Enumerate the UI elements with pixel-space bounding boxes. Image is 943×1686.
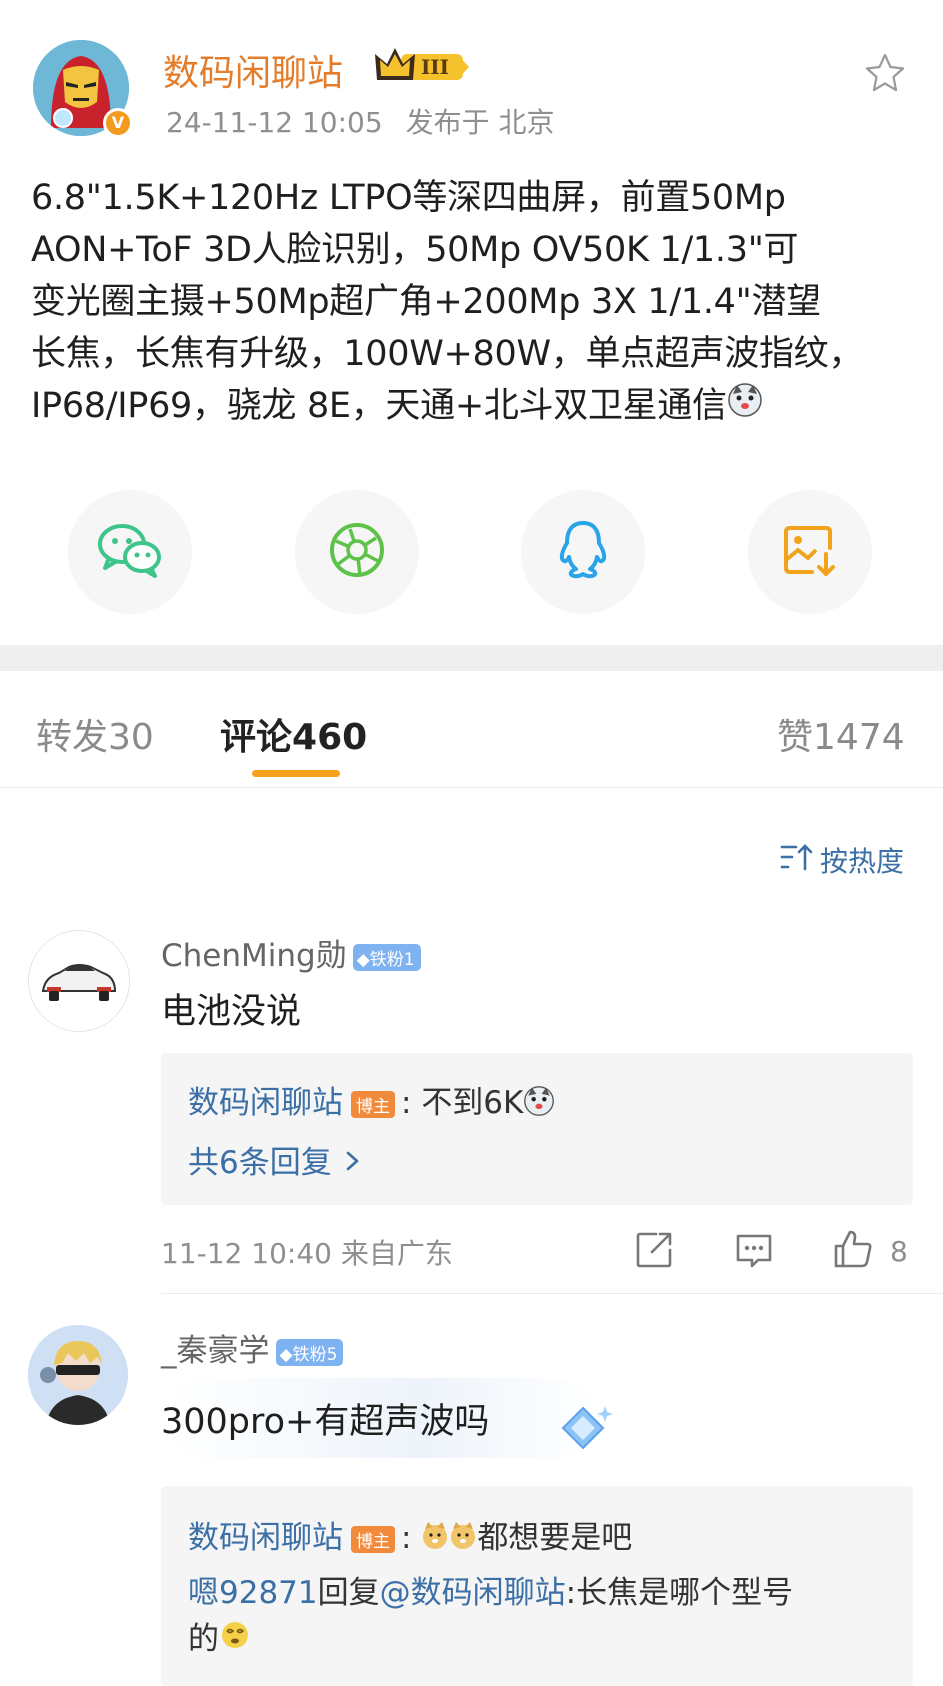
host-badge: 博主 bbox=[351, 1526, 395, 1553]
wechat-icon bbox=[97, 522, 163, 582]
tab-reposts[interactable]: 转发30 bbox=[36, 708, 154, 760]
post-line: 变光圈主摄+50Mp超广角+200Mp 3X 1/1.4"潜望 bbox=[31, 282, 821, 322]
qq-icon bbox=[556, 519, 610, 585]
tab-reposts-count: 30 bbox=[108, 717, 154, 758]
post-line: 长焦，长焦有升级，100W+80W，单点超声波指纹， bbox=[31, 334, 864, 374]
reply-colon: : bbox=[401, 1085, 422, 1121]
commenter-name-row: ChenMing勋 ◆铁粉1 bbox=[161, 930, 421, 975]
tab-reposts-label: 转发 bbox=[36, 717, 109, 758]
post-line: IP68/IP69，骁龙 8E，天通+北斗双卫星通信 bbox=[31, 386, 727, 426]
dizzy-emoji-icon bbox=[219, 1618, 251, 1664]
reply-user[interactable]: 嗯92871 bbox=[188, 1575, 318, 1611]
post-location: 发布于 北京 bbox=[405, 106, 555, 139]
post-timestamp: 24-11-12 10:05 bbox=[166, 106, 383, 139]
tab-comments[interactable]: 评论460 bbox=[220, 708, 367, 760]
share-wechat-button[interactable] bbox=[68, 490, 192, 614]
level-text: III bbox=[421, 55, 449, 79]
reply-preview-box[interactable]: 数码闲聊站 博主: 不到6K 共6条回复 bbox=[161, 1053, 913, 1205]
sort-icon bbox=[780, 843, 814, 878]
sort-label: 按热度 bbox=[820, 845, 905, 878]
tab-likes-count: 1474 bbox=[813, 717, 905, 758]
share-moments-button[interactable] bbox=[295, 490, 419, 614]
fan-level-text: 铁粉1 bbox=[369, 950, 415, 970]
comment-text: 300pro+有超声波吗 bbox=[161, 1402, 490, 1442]
post-line: AON+ToF 3D人脸识别，50Mp OV50K 1/1.3"可 bbox=[31, 230, 799, 270]
husky-emoji-icon bbox=[727, 381, 763, 433]
reply-line-2: 嗯92871回复@数码闲聊站:长焦是哪个型号的 bbox=[188, 1570, 888, 1664]
active-tab-indicator bbox=[252, 770, 340, 777]
husky-emoji-icon bbox=[523, 1085, 555, 1125]
fan-level-badge: ◆铁粉1 bbox=[352, 944, 421, 971]
author-name[interactable]: 数码闲聊站 bbox=[163, 44, 343, 96]
reply-action: 回复 bbox=[317, 1575, 380, 1611]
tab-likes[interactable]: 赞1474 bbox=[777, 708, 905, 760]
commenter-name-row: _秦豪学 ◆铁粉5 bbox=[161, 1325, 344, 1370]
comment-separator bbox=[161, 1293, 943, 1294]
reply-text: 不到6K bbox=[421, 1085, 524, 1121]
post-line: 6.8"1.5K+120Hz LTPO等深四曲屏，前置50Mp bbox=[31, 178, 786, 218]
section-divider bbox=[0, 645, 943, 671]
tab-likes-label: 赞 bbox=[777, 717, 814, 758]
reply-line: 数码闲聊站 博主: 都想要是吧 bbox=[188, 1512, 632, 1560]
doge-emoji-icon bbox=[421, 1520, 477, 1560]
comment-text: 电池没说 bbox=[161, 992, 302, 1032]
post-meta: 24-11-12 10:05 发布于 北京 bbox=[166, 101, 555, 141]
like-comment-button[interactable]: 8 bbox=[832, 1228, 908, 1274]
like-count: 8 bbox=[890, 1234, 908, 1268]
post-body: 6.8"1.5K+120Hz LTPO等深四曲屏，前置50Mp AON+ToF … bbox=[31, 172, 916, 433]
reply-line: 数码闲聊站 博主: 不到6K bbox=[188, 1077, 555, 1125]
share-comment-icon[interactable] bbox=[634, 1230, 674, 1274]
tab-comments-label: 评论 bbox=[220, 717, 293, 758]
chevron-right-icon bbox=[342, 1145, 364, 1181]
fan-level-text: 铁粉5 bbox=[292, 1345, 338, 1365]
reply-author[interactable]: 数码闲聊站 bbox=[188, 1085, 343, 1121]
share-qq-button[interactable] bbox=[521, 490, 645, 614]
sort-toggle[interactable]: 按热度 bbox=[780, 840, 904, 880]
host-badge: 博主 bbox=[351, 1091, 395, 1118]
reply-text: :长焦是哪个型号 bbox=[565, 1575, 794, 1611]
favorite-star-icon[interactable] bbox=[864, 52, 906, 98]
save-image-icon bbox=[782, 522, 838, 582]
more-replies-label: 共6条回复 bbox=[188, 1145, 332, 1181]
verified-badge-icon: V bbox=[103, 108, 133, 138]
reply-comment-icon[interactable] bbox=[734, 1230, 774, 1274]
tab-comments-count: 460 bbox=[292, 717, 368, 758]
save-image-button[interactable] bbox=[748, 490, 872, 614]
diamond-sticker-icon bbox=[553, 1398, 617, 1466]
tabs-divider bbox=[0, 787, 943, 788]
reply-text: 都想要是吧 bbox=[477, 1520, 633, 1556]
reply-text-cont: 的 bbox=[188, 1621, 219, 1657]
fan-level-badge: ◆铁粉5 bbox=[275, 1339, 344, 1366]
reply-author[interactable]: 数码闲聊站 bbox=[188, 1520, 343, 1556]
moments-icon bbox=[328, 521, 386, 583]
comment-meta: 11-12 10:40 来自广东 bbox=[161, 1237, 453, 1270]
thumbs-up-icon bbox=[832, 1228, 874, 1274]
commenter-name[interactable]: ChenMing勋 bbox=[161, 938, 347, 974]
commenter-avatar[interactable] bbox=[28, 930, 130, 1032]
reply-mention[interactable]: @数码闲聊站 bbox=[380, 1575, 566, 1611]
reply-preview-box[interactable]: 数码闲聊站 博主: 都想要是吧 嗯92871回复@数码闲聊站:长焦是哪个型号的 bbox=[161, 1486, 913, 1686]
reply-colon: : bbox=[401, 1520, 422, 1556]
post-line-last: IP68/IP69，骁龙 8E，天通+北斗双卫星通信 bbox=[31, 380, 916, 433]
view-all-replies-link[interactable]: 共6条回复 bbox=[188, 1137, 364, 1182]
commenter-name[interactable]: _秦豪学 bbox=[161, 1333, 270, 1369]
member-level-badge: III bbox=[373, 44, 473, 90]
commenter-avatar[interactable] bbox=[28, 1325, 128, 1425]
